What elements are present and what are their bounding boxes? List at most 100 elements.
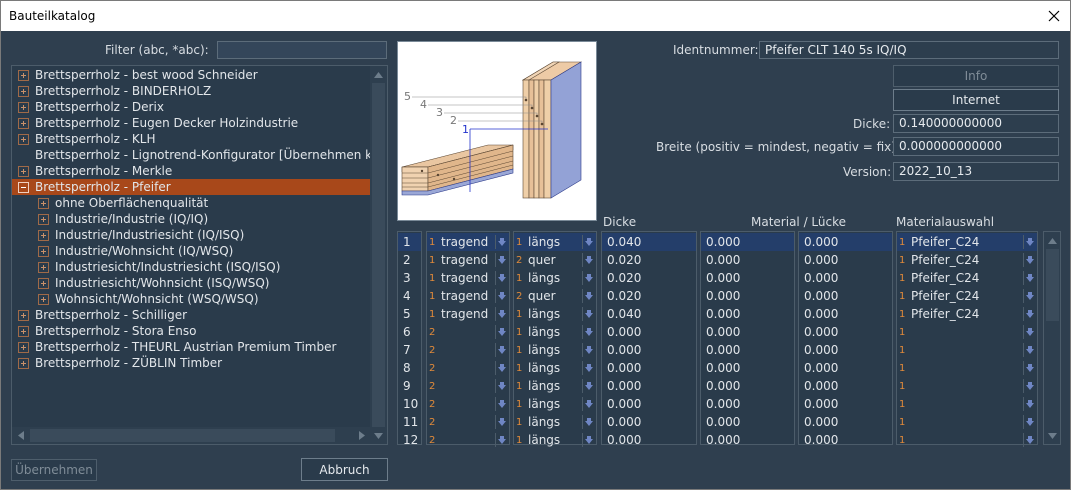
dropdown-arrow-icon[interactable] [582, 433, 594, 447]
tree-item[interactable]: Brettsperrholz - best wood Schneider [12, 67, 370, 83]
materialauswahl-cell[interactable]: 1 [897, 359, 1037, 377]
direction-cell[interactable]: 2 quer [514, 287, 596, 305]
expand-icon[interactable] [18, 85, 29, 97]
dicke-column[interactable]: 0.040 0.020 0.020 0.020 0.040 0.000 0.000 0.000… [601, 231, 697, 447]
dicke-cell[interactable]: 0.000 [602, 359, 696, 377]
materialauswahl-cell[interactable]: 1 Pfeifer_C24 [897, 287, 1037, 305]
internet-button[interactable]: Internet [893, 89, 1059, 111]
material-cell[interactable]: 0.000 [701, 233, 794, 251]
expand-icon[interactable] [18, 117, 29, 129]
version-field[interactable]: 2022_10_13 [893, 162, 1059, 181]
tree-item[interactable]: Brettsperrholz - Lignotrend-Konfigurator… [12, 147, 385, 163]
dropdown-arrow-icon[interactable] [1023, 271, 1035, 285]
function-cell[interactable]: 2 [427, 341, 509, 359]
material-cell[interactable]: 0.000 [701, 395, 794, 413]
function-cell[interactable]: 2 [427, 413, 509, 431]
grid-vertical-scrollbar[interactable] [1043, 231, 1061, 445]
dropdown-arrow-icon[interactable] [1023, 325, 1035, 339]
scroll-right-icon[interactable] [353, 427, 370, 444]
expand-icon[interactable] [38, 245, 49, 257]
direction-cell[interactable]: 1 längs [514, 413, 596, 431]
luecke-cell[interactable]: 0.000 [799, 251, 892, 269]
expand-icon[interactable] [18, 309, 29, 321]
dropdown-arrow-icon[interactable] [495, 361, 507, 375]
materialauswahl-cell[interactable]: 1 [897, 377, 1037, 395]
dicke-cell[interactable]: 0.000 [602, 341, 696, 359]
tree-item[interactable]: Industriesicht/Industriesicht (ISQ/ISQ) [12, 259, 370, 275]
expand-icon[interactable] [18, 69, 29, 81]
dicke-cell[interactable]: 0.000 [602, 431, 696, 449]
dicke-cell[interactable]: 0.040 [602, 233, 696, 251]
luecke-cell[interactable]: 0.000 [799, 287, 892, 305]
expand-icon[interactable] [38, 293, 49, 305]
material-cell[interactable]: 0.000 [701, 287, 794, 305]
grid-scroll-thumb[interactable] [1046, 249, 1059, 321]
direction-cell[interactable]: 2 quer [514, 251, 596, 269]
direction-cell[interactable]: 1 längs [514, 431, 596, 449]
dropdown-arrow-icon[interactable] [495, 289, 507, 303]
function-cell[interactable]: 2 [427, 395, 509, 413]
material-column[interactable]: 0.000 0.000 0.000 0.000 0.000 0.000 0.000 0.000… [700, 231, 795, 447]
expand-icon[interactable] [38, 277, 49, 289]
direction-cell[interactable]: 1 längs [514, 359, 596, 377]
grid-scroll-up-icon[interactable] [1044, 232, 1061, 249]
dropdown-arrow-icon[interactable] [495, 397, 507, 411]
dicke-cell[interactable]: 0.020 [602, 287, 696, 305]
material-cell[interactable]: 0.000 [701, 359, 794, 377]
tree-item[interactable]: Brettsperrholz - Derix [12, 99, 370, 115]
dropdown-arrow-icon[interactable] [582, 361, 594, 375]
dropdown-arrow-icon[interactable] [1023, 415, 1035, 429]
direction-cell[interactable]: 1 längs [514, 341, 596, 359]
filter-input[interactable] [217, 41, 387, 59]
expand-icon[interactable] [18, 357, 29, 369]
material-cell[interactable]: 0.000 [701, 305, 794, 323]
luecke-cell[interactable]: 0.000 [799, 323, 892, 341]
dicke-field[interactable]: 0.140000000000 [893, 114, 1059, 133]
abbruch-button[interactable]: Abbruch [301, 458, 388, 481]
dropdown-arrow-icon[interactable] [1023, 397, 1035, 411]
expand-icon[interactable] [38, 213, 49, 225]
dropdown-arrow-icon[interactable] [495, 343, 507, 357]
luecke-cell[interactable]: 0.000 [799, 431, 892, 449]
materialauswahl-cell[interactable]: 1 Pfeifer_C24 [897, 233, 1037, 251]
function-cell[interactable]: 1 tragend [427, 287, 509, 305]
dropdown-arrow-icon[interactable] [582, 325, 594, 339]
scroll-left-icon[interactable] [12, 427, 29, 444]
tree-item[interactable]: Brettsperrholz - THEURL Austrian Premium… [12, 339, 370, 355]
dicke-cell[interactable]: 0.020 [602, 251, 696, 269]
info-button[interactable]: Info [893, 65, 1059, 87]
dropdown-arrow-icon[interactable] [1023, 289, 1035, 303]
direction-cell[interactable]: 1 längs [514, 305, 596, 323]
tree-horizontal-scrollbar[interactable] [12, 427, 370, 444]
expand-icon[interactable] [38, 197, 49, 209]
function-cell[interactable]: 1 tragend [427, 269, 509, 287]
tree-item[interactable]: Industriesicht/Wohnsicht (ISQ/WSQ) [12, 275, 370, 291]
tree-item[interactable]: Brettsperrholz - ZÜBLIN Timber [12, 355, 370, 371]
tree-item[interactable]: Industrie/Wohnsicht (IQ/WSQ) [12, 243, 370, 259]
tree-item[interactable]: Brettsperrholz - Eugen Decker Holzindust… [12, 115, 370, 131]
tree-item[interactable]: Industrie/Industrie (IQ/IQ) [12, 211, 370, 227]
luecke-cell[interactable]: 0.000 [799, 413, 892, 431]
tree-item[interactable]: Brettsperrholz - BINDERHOLZ [12, 83, 370, 99]
expand-icon[interactable] [38, 229, 49, 241]
grid-scroll-down-icon[interactable] [1044, 427, 1061, 444]
dropdown-arrow-icon[interactable] [582, 397, 594, 411]
materialauswahl-cell[interactable]: 1 [897, 431, 1037, 449]
expand-icon[interactable] [18, 325, 29, 337]
dropdown-arrow-icon[interactable] [495, 253, 507, 267]
luecke-cell[interactable]: 0.000 [799, 341, 892, 359]
tree-item[interactable]: Brettsperrholz - Pfeifer [12, 179, 370, 195]
luecke-cell[interactable]: 0.000 [799, 233, 892, 251]
materialauswahl-cell[interactable]: 1 [897, 413, 1037, 431]
tree-item[interactable]: Brettsperrholz - Schilliger [12, 307, 370, 323]
dropdown-arrow-icon[interactable] [495, 307, 507, 321]
function-cell[interactable]: 2 [427, 323, 509, 341]
expand-icon[interactable] [18, 341, 29, 353]
material-cell[interactable]: 0.000 [701, 269, 794, 287]
luecke-cell[interactable]: 0.000 [799, 305, 892, 323]
material-cell[interactable]: 0.000 [701, 323, 794, 341]
expand-icon[interactable] [38, 261, 49, 273]
dicke-cell[interactable]: 0.020 [602, 269, 696, 287]
function-cell[interactable]: 2 [427, 431, 509, 449]
function-cell[interactable]: 2 [427, 377, 509, 395]
